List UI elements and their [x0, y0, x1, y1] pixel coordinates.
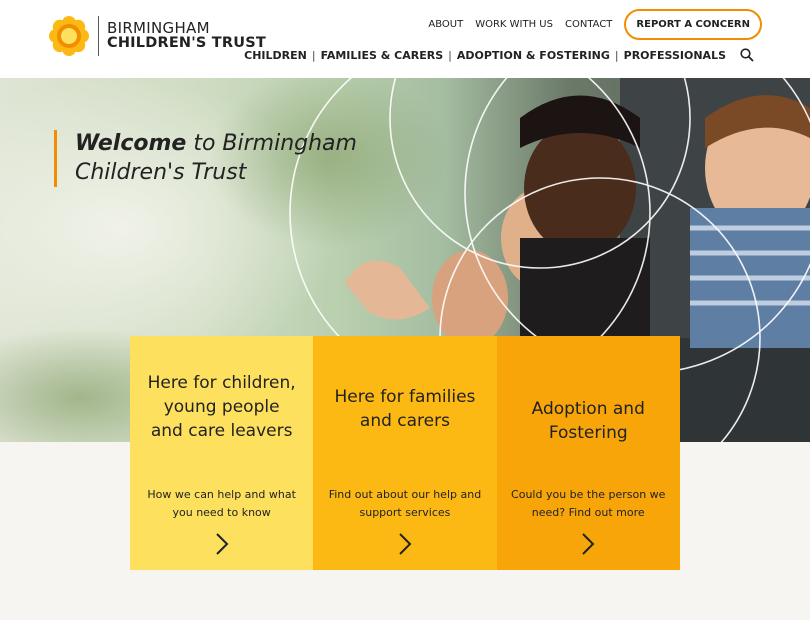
logo-line1: BIRMINGHAM [107, 18, 210, 37]
welcome-rest: to Birmingham [186, 131, 357, 156]
tile-families-carers[interactable]: Here for families and carers Find out ab… [313, 336, 497, 570]
site-logo[interactable]: BIRMINGHAM CHILDREN'S TRUST [48, 15, 266, 57]
nav-separator: | [614, 48, 619, 62]
welcome-line2: Children's Trust [75, 159, 247, 185]
tile-description: Could you be the person we need? Find ou… [511, 488, 666, 519]
main-nav: CHILDREN | FAMILIES & CARERS | ADOPTION … [244, 48, 754, 62]
tile-title: Adoption and Fostering [531, 399, 645, 443]
main-nav-children[interactable]: CHILDREN [244, 49, 307, 62]
nav-separator: | [448, 48, 452, 62]
report-concern-button[interactable]: REPORT A CONCERN [624, 9, 762, 40]
site-header: BIRMINGHAM CHILDREN'S TRUST ABOUT WORK W… [0, 0, 810, 78]
tile-title: Here for families and carers [334, 387, 476, 431]
nav-link-work-with-us[interactable]: WORK WITH US [475, 19, 553, 30]
hero-heading: Welcome to Birmingham Children's Trust [54, 130, 357, 188]
chevron-right-icon[interactable] [214, 532, 230, 556]
tile-title: Here for children, young people and care… [147, 373, 296, 441]
tile-description: How we can help and what you need to kno… [147, 488, 296, 519]
logo-divider [98, 16, 99, 56]
chevron-right-icon[interactable] [397, 532, 413, 556]
logo-wordmark: BIRMINGHAM CHILDREN'S TRUST [107, 18, 266, 52]
tile-adoption-fostering[interactable]: Adoption and Fostering Could you be the … [496, 336, 680, 570]
feature-tiles: Here for children, young people and care… [130, 336, 680, 570]
tile-children-young-people[interactable]: Here for children, young people and care… [130, 336, 314, 570]
main-nav-families-carers[interactable]: FAMILIES & CARERS [321, 49, 444, 62]
main-nav-professionals[interactable]: PROFESSIONALS [624, 49, 726, 62]
logo-line2: CHILDREN'S TRUST [107, 35, 266, 52]
nav-link-about[interactable]: ABOUT [428, 19, 463, 30]
chevron-right-icon[interactable] [580, 532, 596, 556]
tile-description: Find out about our help and support serv… [328, 488, 482, 519]
welcome-bold: Welcome [75, 131, 187, 156]
sunflower-logo-icon [49, 16, 89, 56]
search-icon[interactable] [740, 48, 754, 62]
main-nav-adoption-fostering[interactable]: ADOPTION & FOSTERING [457, 49, 610, 62]
utility-nav: ABOUT WORK WITH US CONTACT REPORT A CONC… [416, 9, 762, 40]
nav-separator: | [311, 48, 316, 62]
nav-link-contact[interactable]: CONTACT [565, 19, 612, 30]
